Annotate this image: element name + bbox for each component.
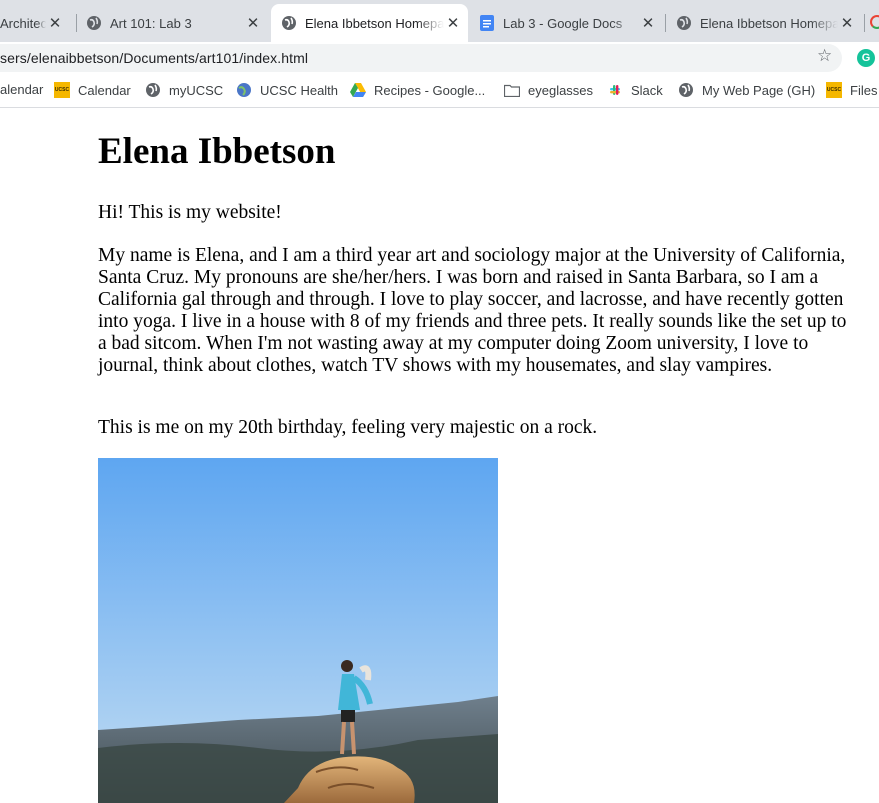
close-icon[interactable]: ✕	[639, 14, 657, 32]
birthday-photo	[98, 458, 498, 803]
bookmark-label: Calendar	[78, 82, 131, 98]
tab-title: Elena Ibbetson Homepage	[700, 15, 838, 31]
bookmark-star-icon[interactable]: ☆	[817, 46, 832, 66]
ucsc-icon: UCSC	[826, 82, 842, 98]
globe-icon	[86, 15, 102, 31]
bookmark-label: My Web Page (GH)	[702, 82, 816, 98]
web-page: Elena Ibbetson Hi! This is my website! M…	[0, 108, 879, 803]
bookmark-label: Slack	[631, 82, 663, 98]
bookmark-recipes[interactable]: Recipes - Google...	[350, 82, 485, 98]
address-bar[interactable]: sers/elenaibbetson/Documents/art101/inde…	[0, 44, 842, 72]
bookmark-label: Files	[850, 82, 878, 98]
bookmark-eyeglasses[interactable]: eyeglasses	[504, 82, 593, 98]
bio-paragraph: My name is Elena, and I am a third year …	[98, 245, 847, 376]
globe-icon	[676, 15, 692, 31]
photo-caption: This is me on my 20th birthday, feeling …	[98, 417, 598, 438]
bookmark-my-web-page[interactable]: My Web Page (GH)	[678, 82, 815, 98]
bookmark-label: Recipes - Google...	[374, 82, 486, 98]
bookmark-ucsc-health[interactable]: UCSC Health	[236, 82, 338, 98]
globe-icon	[678, 82, 694, 98]
bookmark-label: UCSC Health	[260, 82, 339, 98]
partial-tab-icon[interactable]	[870, 15, 879, 29]
globe-icon	[281, 15, 297, 31]
bookmarks-bar: alendar UCSC Calendar myUCSC UCSC Health…	[0, 74, 879, 108]
tab-elena-homepage-active[interactable]: Elena Ibbetson Homepage ✕	[271, 4, 468, 42]
tab-separator	[864, 14, 865, 32]
globe-icon	[236, 82, 252, 98]
close-icon[interactable]: ✕	[838, 14, 856, 32]
close-icon[interactable]: ✕	[46, 14, 64, 32]
tab-title: Lab 3 - Google Docs	[503, 15, 623, 31]
bookmark-calendar-partial[interactable]: alendar	[0, 82, 43, 97]
bookmark-calendar[interactable]: UCSC Calendar	[54, 82, 131, 98]
bookmark-files[interactable]: UCSC Files	[826, 82, 877, 98]
bookmark-label: alendar	[0, 82, 44, 97]
tab-elena-homepage-2[interactable]: Elena Ibbetson Homepage ✕	[666, 4, 862, 42]
docs-icon	[479, 15, 495, 31]
tab-title: Art 101: Lab 3	[110, 15, 192, 31]
globe-icon	[145, 82, 161, 98]
grammarly-extension-icon[interactable]: G	[857, 49, 875, 67]
tab-google-docs[interactable]: Lab 3 - Google Docs ✕	[469, 4, 663, 42]
browser-chrome: Architecture and ✕ Art 101: Lab 3 ✕ Elen…	[0, 0, 879, 108]
tab-architecture[interactable]: Architecture and ✕	[0, 4, 70, 42]
close-icon[interactable]: ✕	[444, 14, 462, 32]
tab-art101-lab3[interactable]: Art 101: Lab 3 ✕	[76, 4, 268, 42]
slack-icon	[607, 82, 623, 98]
bookmark-label: eyeglasses	[528, 82, 594, 98]
tab-title: Architecture and	[0, 15, 46, 31]
page-title: Elena Ibbetson	[98, 131, 336, 172]
intro-text: Hi! This is my website!	[98, 202, 282, 223]
bookmark-label: myUCSC	[169, 82, 224, 98]
drive-icon	[350, 82, 366, 98]
tab-strip: Architecture and ✕ Art 101: Lab 3 ✕ Elen…	[0, 0, 879, 42]
tab-title: Elena Ibbetson Homepage	[305, 15, 444, 31]
close-icon[interactable]: ✕	[244, 14, 262, 32]
folder-icon	[504, 82, 520, 98]
address-text[interactable]: sers/elenaibbetson/Documents/art101/inde…	[0, 50, 308, 66]
ucsc-icon: UCSC	[54, 82, 70, 98]
toolbar: sers/elenaibbetson/Documents/art101/inde…	[0, 42, 879, 74]
bookmark-myucsc[interactable]: myUCSC	[145, 82, 223, 98]
bookmark-slack[interactable]: Slack	[607, 82, 663, 98]
